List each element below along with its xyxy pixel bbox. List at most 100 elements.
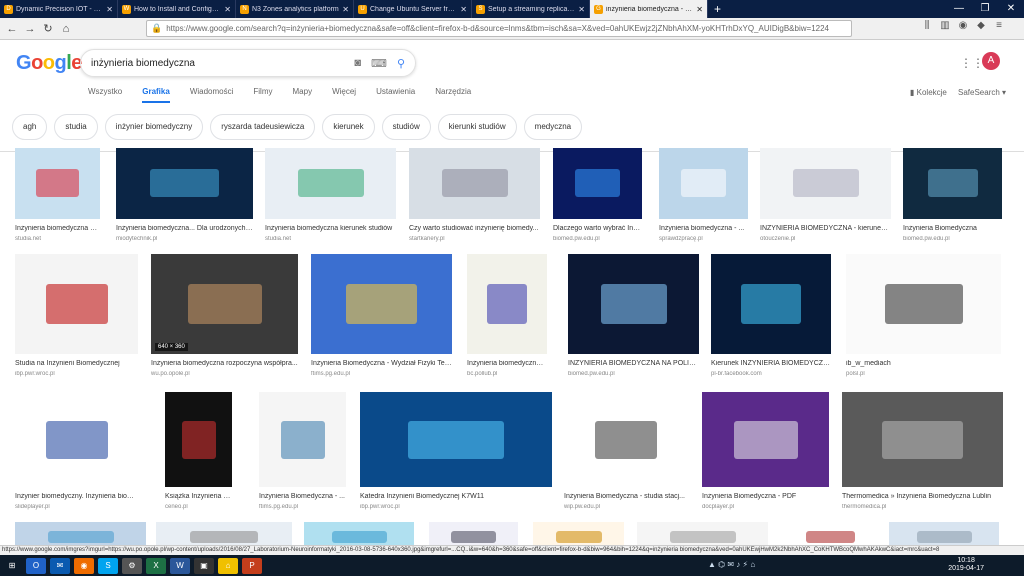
thumbnail[interactable] [659,148,748,219]
image-caption[interactable]: Katedra Inżynierii Biomedycznej K7W11 [360,493,552,500]
thumbnail[interactable] [842,392,1003,487]
collections-link[interactable]: ▮ Kolekcje [910,88,947,97]
new-tab-button[interactable]: + [714,2,721,16]
tab-ustawienia[interactable]: Ustawienia [376,87,415,103]
thumbnail[interactable] [15,148,100,219]
avatar[interactable]: A [982,52,1000,70]
chip-7[interactable]: medyczna [523,114,583,140]
thumbnail[interactable] [568,254,699,354]
image-caption[interactable]: Inżynieria Biomedyczna - PDF [702,493,829,500]
thumbnail[interactable] [259,392,346,487]
image-caption[interactable]: Inżynieria biomedyczna rozpoczyna współp… [151,360,298,367]
library-icon[interactable]: ⫼ [920,20,934,31]
chip-1[interactable]: studia [54,114,98,140]
tab-mapy[interactable]: Mapy [293,87,313,103]
image-caption[interactable]: Książka Inżynieria biomed... [165,493,232,500]
close-tab-icon[interactable]: ✕ [460,5,467,14]
image-caption[interactable]: ib_w_mediach [846,360,1001,367]
tab-narzdzia[interactable]: Narzędzia [435,87,471,103]
image-caption[interactable]: Inżynieria biomedyczna... Dla urodzonych… [116,225,253,232]
thumbnail[interactable] [711,254,831,354]
thumbnail[interactable] [409,148,540,219]
taskbar-app-icon[interactable]: X [146,557,166,574]
taskbar-app-icon[interactable]: ⌂ [218,557,238,574]
image-caption[interactable]: Kierunek INŻYNIERIA BIOMEDYCZNA ... [711,360,831,367]
tab-3[interactable]: U Change Ubuntu Server from D ✕ [354,0,472,18]
chip-2[interactable]: inżynier biomedyczny [104,114,204,140]
taskbar-app-icon[interactable]: ◉ [74,557,94,574]
chip-4[interactable]: kierunek [322,114,375,140]
extension2-icon[interactable]: ◆ [974,20,988,31]
chip-5[interactable]: studiów [381,114,431,140]
tab-wicej[interactable]: Więcej [332,87,356,103]
search-input[interactable]: inżynieria biomedyczna [91,58,344,69]
image-caption[interactable]: Studia na Inżynierii Biomedycznej [15,360,138,367]
forward-icon[interactable]: → [22,21,38,37]
thumbnail[interactable] [553,148,642,219]
tab-wszystko[interactable]: Wszystko [88,87,122,103]
close-tab-icon[interactable]: ✕ [224,5,231,14]
reload-icon[interactable]: ↻ [40,21,56,37]
close-tab-icon[interactable]: ✕ [696,5,703,14]
chip-3[interactable]: ryszarda tadeusiewicza [210,114,316,140]
thumbnail[interactable] [564,392,687,487]
google-logo[interactable]: Google [16,52,82,75]
tab-0[interactable]: DDynamic Precision IOT - Single✕ [0,0,118,18]
thumbnail[interactable]: 640 × 360 [151,254,298,354]
image-caption[interactable]: Inżynieria biomedyczna ki... [15,225,100,232]
tab-5[interactable]: Ginżynieria biomedyczna - Szuk ✕ [590,0,708,18]
taskbar-app-icon[interactable]: P [242,557,262,574]
reader-icon[interactable]: ▥ [938,20,952,31]
url-bar[interactable]: 🔒 https://www.google.com/search?q=inżyni… [146,20,852,37]
extension-icon[interactable]: ◉ [956,20,970,31]
image-caption[interactable]: Inżynieria Biomedyczna - studia stacj... [564,493,687,500]
thumbnail[interactable] [467,254,547,354]
close-window-icon[interactable]: ✕ [998,0,1024,18]
image-caption[interactable]: Thermomedica » Inżynieria Biomedyczna Lu… [842,493,1003,500]
chip-6[interactable]: kierunki studiów [437,114,517,140]
image-caption[interactable]: Inżynieria biomedyczna : w... [467,360,547,367]
thumbnail[interactable] [903,148,1002,219]
thumbnail[interactable] [15,254,138,354]
home-icon[interactable]: ⌂ [58,21,74,37]
thumbnail[interactable] [311,254,452,354]
search-box[interactable]: inżynieria biomedyczna ◙ ⌨ ⚲ [80,49,416,77]
keyboard-icon[interactable]: ⌨ [371,57,387,70]
image-caption[interactable]: Inżynieria Biomedyczna - Wydział Fizyki … [311,360,452,367]
taskbar-app-icon[interactable]: S [98,557,118,574]
thumbnail[interactable] [165,392,232,487]
image-caption[interactable]: INŻYNIERIA BIOMEDYCZNA - kierunek ... [760,225,891,232]
tab-filmy[interactable]: Filmy [253,87,272,103]
taskbar-app-icon[interactable]: W [170,557,190,574]
image-caption[interactable]: Dlaczego warto wybrać Inż... [553,225,642,232]
image-caption[interactable]: INŻYNIERIA BIOMEDYCZNA NA POLITE... [568,360,699,367]
close-tab-icon[interactable]: ✕ [106,5,113,14]
image-caption[interactable]: Inżynieria Biomedyczna - ... [259,493,346,500]
thumbnail[interactable] [760,148,891,219]
menu-icon[interactable]: ≡ [992,20,1006,31]
safesearch-toggle[interactable]: SafeSearch ▾ [958,88,1006,97]
thumbnail[interactable] [15,392,138,487]
taskbar-app-icon[interactable]: ⚙ [122,557,142,574]
thumbnail[interactable] [265,148,396,219]
image-caption[interactable]: Czy warto studiować inżynierię biomedy..… [409,225,540,232]
image-caption[interactable]: Inżynieria biomedyczna kierunek studiów [265,225,396,232]
image-caption[interactable]: Inżynieria Biomedyczna [903,225,1002,232]
minimize-icon[interactable]: — [946,0,972,18]
tab-wiadomoci[interactable]: Wiadomości [190,87,234,103]
taskbar-app-icon[interactable]: ⊞ [2,557,22,574]
thumbnail[interactable] [846,254,1001,354]
thumbnail[interactable] [360,392,552,487]
image-caption[interactable]: Inżynier biomedyczny. Inżynieria biome..… [15,493,138,500]
back-icon[interactable]: ← [4,21,20,37]
taskbar-app-icon[interactable]: ✉ [50,557,70,574]
maximize-icon[interactable]: ❐ [972,0,998,18]
tab-1[interactable]: W How to Install and Configure P ✕ [118,0,236,18]
chip-0[interactable]: agh [12,114,48,140]
tab-2[interactable]: N N3 Zones analytics platform ✕ [236,0,354,18]
tab-grafika[interactable]: Grafika [142,87,170,103]
close-tab-icon[interactable]: ✕ [342,5,349,14]
thumbnail[interactable] [702,392,829,487]
tab-4[interactable]: SSetup a streaming replication w✕ [472,0,590,18]
image-caption[interactable]: Inżynieria biomedyczna - ... [659,225,748,232]
